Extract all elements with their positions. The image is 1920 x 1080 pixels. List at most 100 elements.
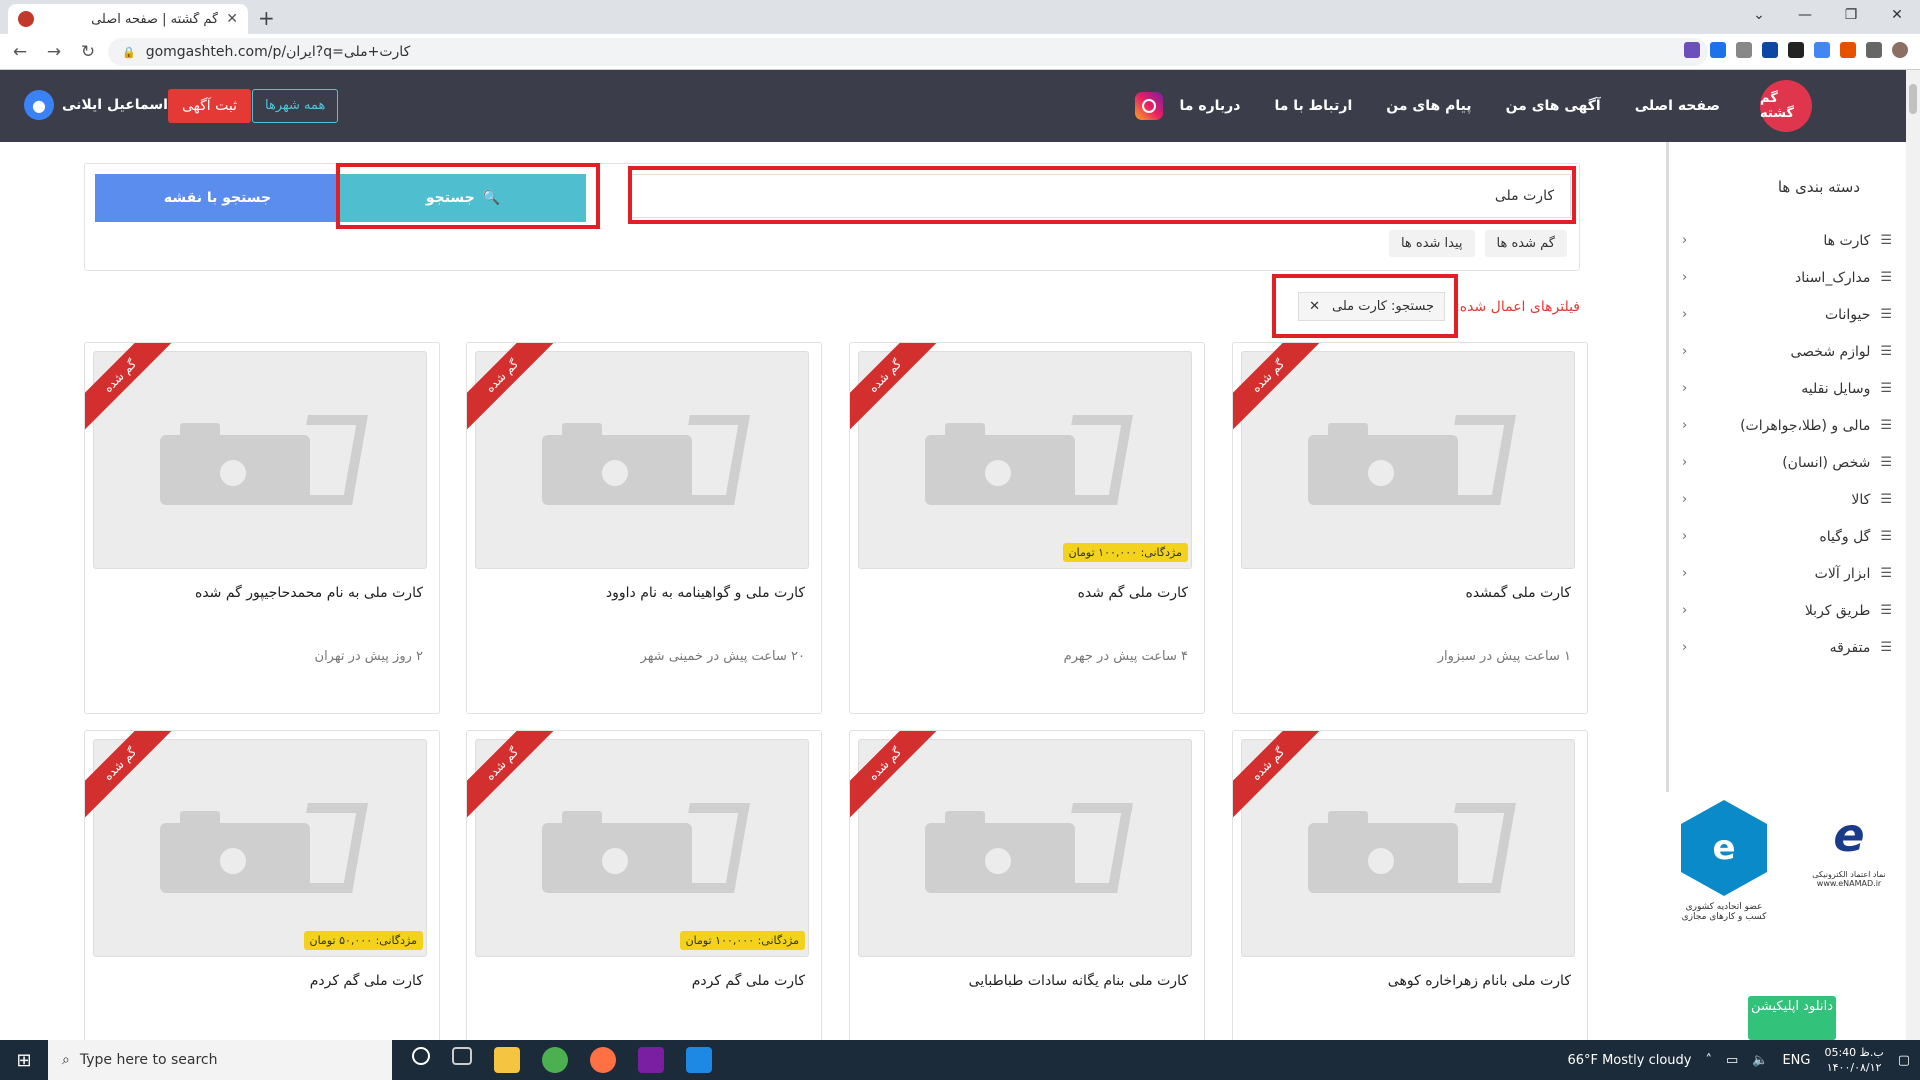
weather-text[interactable]: 66°F Mostly cloudy (1567, 1053, 1691, 1068)
minimize-icon[interactable]: — (1782, 0, 1828, 30)
all-cities-button[interactable]: همه شهرها (252, 89, 339, 123)
menu-my-messages[interactable]: پیام های من (1386, 98, 1471, 114)
sidebar-item[interactable]: ☰ شخص (انسان) ‹ (1682, 444, 1892, 481)
site-logo[interactable]: گم گشته (1760, 80, 1812, 132)
chevron-icon[interactable]: ‹ (1682, 566, 1687, 581)
volume-icon[interactable]: 🔈 (1752, 1053, 1768, 1068)
ad-image-placeholder[interactable] (93, 351, 427, 569)
close-tab-icon[interactable]: ✕ (226, 11, 238, 27)
chevron-icon[interactable]: ‹ (1682, 233, 1687, 248)
menu-contact[interactable]: ارتباط با ما (1274, 98, 1352, 114)
reload-icon[interactable]: ↻ (74, 42, 102, 62)
chevron-down-icon[interactable]: ⌄ (1736, 0, 1782, 30)
forward-icon[interactable]: → (40, 42, 68, 62)
ad-title[interactable]: کارت ملی و گواهینامه به نام داوود (606, 585, 805, 601)
chrome-icon[interactable] (542, 1047, 568, 1073)
cortana-icon[interactable] (412, 1047, 430, 1065)
chevron-icon[interactable]: ‹ (1682, 307, 1687, 322)
sidebar-item[interactable]: ☰ کارت ها ‹ (1682, 222, 1892, 259)
phpstorm-icon[interactable] (638, 1047, 664, 1073)
chevron-icon[interactable]: ‹ (1682, 603, 1687, 618)
translate-icon[interactable] (1814, 42, 1830, 58)
union-badge[interactable]: e عضو اتحادیه کشوری کسب و کارهای مجازی (1674, 800, 1774, 950)
notifications-icon[interactable]: ▢ (1898, 1053, 1910, 1068)
ad-image-placeholder[interactable] (93, 739, 427, 957)
ad-image-placeholder[interactable] (475, 739, 809, 957)
tab-lost[interactable]: گم شده ها (1484, 230, 1567, 257)
chevron-icon[interactable]: ‹ (1682, 455, 1687, 470)
ad-card[interactable]: گم شده کارت ملی گمشده ۱ ساعت پیش در سبزوار (1232, 342, 1588, 714)
maximize-icon[interactable]: ❐ (1828, 0, 1874, 30)
enamad-badge[interactable]: e نماد اعتماد الکترونیکی www.eNAMAD.ir (1794, 800, 1904, 950)
tab-found[interactable]: پیدا شده ها (1388, 230, 1475, 257)
sidebar-item[interactable]: ☰ متفرقه ‹ (1682, 629, 1892, 666)
ad-title[interactable]: کارت ملی بنام یگانه سادات طباطبایی (969, 973, 1188, 989)
user-menu[interactable]: ● اسماعیل ایلانی (24, 90, 168, 120)
ad-image-placeholder[interactable] (1241, 351, 1575, 569)
extension-icon[interactable] (1762, 42, 1778, 58)
menu-about[interactable]: درباره ما (1180, 98, 1241, 114)
sidebar-item[interactable]: ☰ طریق کربلا ‹ (1682, 592, 1892, 629)
extension-icon[interactable] (1788, 42, 1804, 58)
ad-title[interactable]: کارت ملی گم کردم (692, 973, 805, 989)
browser-tab[interactable]: گم گشته | صفحه اصلی ✕ (8, 4, 248, 34)
puzzle-icon[interactable] (1866, 42, 1882, 58)
extension-icon[interactable] (1684, 42, 1700, 58)
sidebar-item[interactable]: ☰ لوازم شخصی ‹ (1682, 333, 1892, 370)
menu-my-ads[interactable]: آگهی های من (1506, 98, 1601, 114)
sidebar-item[interactable]: ☰ مدارک_اسناد ‹ (1682, 259, 1892, 296)
ad-card[interactable]: گم شده مژدگانی: ۱۰۰,۰۰۰ تومان کارت ملی گم … (849, 342, 1205, 714)
language-indicator[interactable]: ENG (1782, 1053, 1810, 1068)
ad-image-placeholder[interactable] (475, 351, 809, 569)
ad-title[interactable]: کارت ملی گم شده (1078, 585, 1188, 601)
tray-chevron-icon[interactable]: ˄ (1705, 1053, 1712, 1068)
close-window-icon[interactable]: ✕ (1874, 0, 1920, 30)
sidebar-item[interactable]: ☰ وسایل نقلیه ‹ (1682, 370, 1892, 407)
url-field[interactable]: 🔒 gomgashteh.com/p/ایران?q=کارت+ملی (108, 38, 1708, 66)
menu-home[interactable]: صفحه اصلی (1635, 98, 1720, 114)
file-explorer-icon[interactable] (494, 1047, 520, 1073)
sidebar-item[interactable]: ☰ ابزار آلات ‹ (1682, 555, 1892, 592)
page-scrollbar[interactable] (1906, 70, 1920, 1040)
photos-icon[interactable] (686, 1047, 712, 1073)
map-search-button[interactable]: جستجو با نقشه (95, 174, 340, 222)
chevron-icon[interactable]: ‹ (1682, 381, 1687, 396)
extension-icon[interactable] (1710, 42, 1726, 58)
chevron-icon[interactable]: ‹ (1682, 640, 1687, 655)
network-icon[interactable]: ▭ (1726, 1053, 1738, 1068)
sidebar-item[interactable]: ☰ کالا ‹ (1682, 481, 1892, 518)
chevron-icon[interactable]: ‹ (1682, 529, 1687, 544)
sidebar-item[interactable]: ☰ مالی و (طلا،جواهرات) ‹ (1682, 407, 1892, 444)
extension-icon[interactable] (1840, 42, 1856, 58)
post-ad-button[interactable]: ثبت آگهی (168, 89, 251, 123)
taskbar-search[interactable]: ⌕ Type here to search (48, 1040, 392, 1080)
sidebar-item[interactable]: ☰ حیوانات ‹ (1682, 296, 1892, 333)
chevron-icon[interactable]: ‹ (1682, 270, 1687, 285)
new-tab-icon[interactable]: + (258, 6, 275, 30)
back-icon[interactable]: ← (6, 42, 34, 62)
ad-card[interactable]: گم شده مژدگانی: ۵۰,۰۰۰ تومان کارت ملی گم ک… (84, 730, 440, 1050)
ad-card[interactable]: گم شده کارت ملی بنام یگانه سادات طباطبایی (849, 730, 1205, 1050)
ad-image-placeholder[interactable] (1241, 739, 1575, 957)
ad-image-placeholder[interactable] (858, 739, 1192, 957)
ad-card[interactable]: گم شده کارت ملی و گواهینامه به نام داوود ۲… (466, 342, 822, 714)
camera-icon[interactable] (1736, 42, 1752, 58)
ad-title[interactable]: کارت ملی گم کردم (310, 973, 423, 989)
profile-avatar[interactable] (1892, 42, 1908, 58)
lock-icon[interactable]: 🔒 (122, 46, 136, 59)
ad-image-placeholder[interactable] (858, 351, 1192, 569)
chevron-icon[interactable]: ‹ (1682, 344, 1687, 359)
ad-title[interactable]: کارت ملی بانام زهراخاره کوهی (1388, 973, 1571, 989)
download-app-button[interactable]: دانلود اپلیکیشن (1748, 996, 1836, 1040)
task-view-icon[interactable] (452, 1047, 472, 1065)
ad-title[interactable]: کارت ملی به نام محمدحاجیپور گم شده (195, 585, 423, 601)
chevron-icon[interactable]: ‹ (1682, 492, 1687, 507)
chevron-icon[interactable]: ‹ (1682, 418, 1687, 433)
ad-card[interactable]: گم شده کارت ملی به نام محمدحاجیپور گم شده… (84, 342, 440, 714)
firefox-icon[interactable] (590, 1047, 616, 1073)
clock[interactable]: ب.ظ 05:40 ۱۴۰۰/۰۸/۱۲ (1824, 1045, 1883, 1075)
instagram-icon[interactable] (1135, 92, 1163, 120)
sidebar-item[interactable]: ☰ گل وگیاه ‹ (1682, 518, 1892, 555)
ad-card[interactable]: گم شده کارت ملی بانام زهراخاره کوهی (1232, 730, 1588, 1050)
windows-start-icon[interactable]: ⊞ (0, 1050, 48, 1071)
